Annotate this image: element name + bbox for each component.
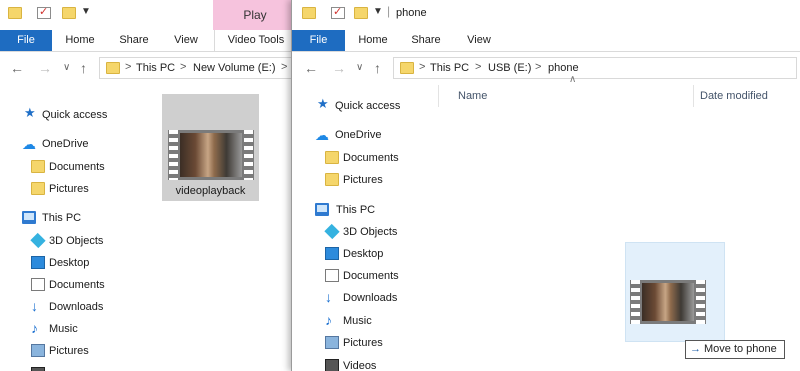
navigation-pane: ★ Quick access ☁ OneDrive Documents Pictur… [0, 85, 160, 371]
new-folder-icon[interactable] [354, 7, 368, 19]
breadcrumb-this-pc[interactable]: This PC [136, 62, 175, 74]
video-thumbnail [168, 130, 254, 180]
breadcrumb-usb[interactable]: USB (E:) [488, 62, 531, 74]
documents-icon [325, 269, 339, 282]
folder-icon [325, 151, 339, 164]
breadcrumb-separator-icon[interactable]: > [125, 61, 131, 73]
customize-toolbar-icon[interactable]: ▼ [81, 6, 91, 17]
pictures-icon [31, 344, 45, 357]
video-thumbnail [630, 280, 706, 324]
recent-locations-icon[interactable]: ∨ [356, 62, 363, 73]
tab-video-tools[interactable]: Video Tools [214, 30, 297, 51]
folder-icon [325, 173, 339, 186]
up-icon[interactable]: ↑ [80, 60, 87, 76]
navigation-pane: ★ Quick access ☁ OneDrive Documents Pictur… [315, 96, 401, 371]
breadcrumb-separator-icon[interactable]: > [281, 61, 287, 73]
star-icon: ★ [24, 105, 36, 120]
music-note-icon: ♪ [31, 320, 38, 336]
breadcrumb-phone[interactable]: phone [548, 62, 579, 74]
tab-home[interactable]: Home [351, 30, 395, 51]
breadcrumb-this-pc[interactable]: This PC [430, 62, 469, 74]
move-arrow-icon: → [690, 343, 701, 355]
tab-share[interactable]: Share [404, 30, 448, 51]
folder-icon[interactable] [302, 7, 316, 19]
folder-icon [31, 182, 45, 195]
pictures-icon [325, 336, 339, 349]
quick-access-toolbar: ▼ | phone [292, 0, 800, 30]
properties-icon[interactable] [37, 5, 51, 19]
drag-tooltip: → Move to phone [685, 340, 785, 359]
forward-icon[interactable]: → [332, 60, 346, 76]
desktop-icon [31, 256, 45, 269]
recent-locations-icon[interactable]: ∨ [63, 62, 70, 73]
download-arrow-icon: ↓ [31, 298, 38, 314]
computer-icon [315, 203, 329, 216]
videos-icon [325, 359, 339, 371]
drag-ghost [625, 242, 725, 342]
breadcrumb-new-volume[interactable]: New Volume (E:) [193, 62, 276, 74]
videos-icon [31, 367, 45, 371]
back-icon[interactable]: ← [10, 60, 24, 76]
column-header-name[interactable]: Name [458, 85, 487, 107]
column-header-date-modified[interactable]: Date modified [700, 85, 768, 107]
documents-icon [31, 278, 45, 291]
music-note-icon: ♪ [325, 312, 332, 328]
folder-icon [31, 160, 45, 173]
tab-home[interactable]: Home [58, 30, 102, 51]
tab-view[interactable]: View [164, 30, 208, 51]
tab-share[interactable]: Share [112, 30, 156, 51]
cube-icon [30, 232, 46, 249]
folder-icon [106, 62, 120, 74]
computer-icon [22, 211, 36, 224]
address-bar[interactable]: > This PC > USB (E:) > phone [393, 57, 797, 79]
sort-ascending-icon[interactable]: ∧ [569, 74, 576, 85]
cloud-icon: ☁ [22, 136, 36, 152]
download-arrow-icon: ↓ [325, 289, 332, 305]
star-icon: ★ [317, 96, 329, 111]
back-icon[interactable]: ← [304, 60, 318, 76]
up-icon[interactable]: ↑ [374, 60, 381, 76]
new-folder-icon[interactable] [62, 7, 76, 19]
customize-toolbar-icon[interactable]: ▼ [373, 6, 383, 17]
ribbon-tabs: File Home Share View [292, 30, 800, 52]
address-bar[interactable]: > This PC > New Volume (E:) > [99, 57, 299, 79]
breadcrumb-separator-icon[interactable]: > [535, 61, 541, 73]
cube-icon [324, 223, 340, 240]
window-title: phone [396, 7, 427, 19]
file-item-videoplayback[interactable]: videoplayback [162, 94, 259, 201]
breadcrumb-separator-icon[interactable]: > [475, 61, 481, 73]
tab-view[interactable]: View [457, 30, 501, 51]
breadcrumb-separator-icon[interactable]: > [419, 61, 425, 73]
address-bar-area: ← → ∨ ↑ > This PC > USB (E:) > phone [292, 51, 800, 85]
breadcrumb-separator-icon[interactable]: > [180, 61, 186, 73]
desktop-icon [325, 247, 339, 260]
cloud-icon: ☁ [315, 127, 329, 143]
tab-file[interactable]: File [0, 30, 52, 51]
folder-icon[interactable] [8, 7, 22, 19]
file-name: videoplayback [175, 185, 246, 197]
folder-icon [400, 62, 414, 74]
properties-icon[interactable] [331, 5, 345, 19]
context-tab-play: Play [213, 0, 297, 30]
tab-file[interactable]: File [292, 30, 345, 51]
forward-icon[interactable]: → [38, 60, 52, 76]
